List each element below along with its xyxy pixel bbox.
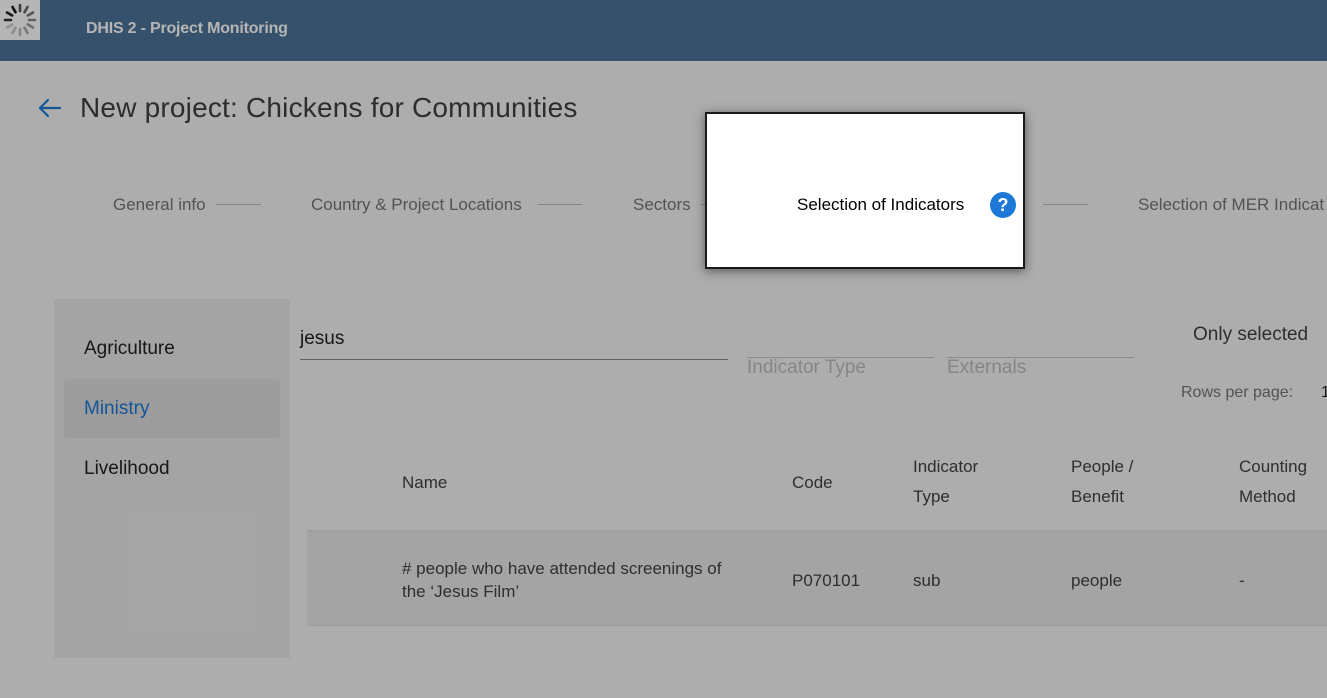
tour-highlight-box: [705, 112, 1025, 269]
step-selection-of-indicators[interactable]: Selection of Indicators: [797, 195, 964, 215]
help-circle-icon[interactable]: ?: [990, 192, 1016, 218]
tour-overlay[interactable]: [0, 0, 1327, 698]
